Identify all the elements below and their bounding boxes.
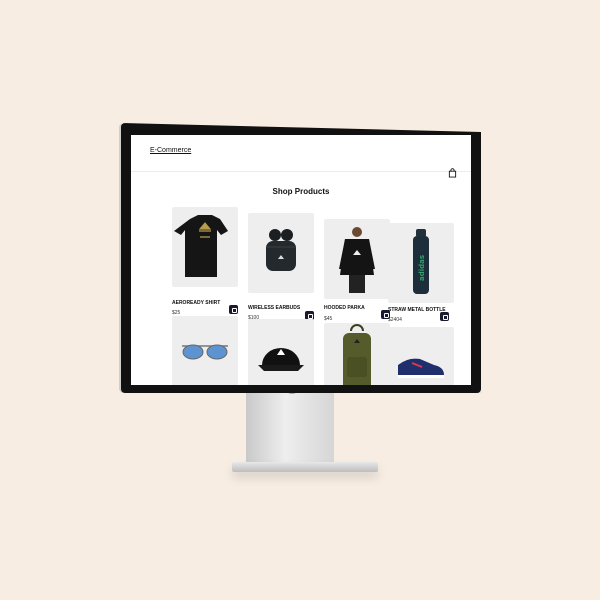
- product-card[interactable]: adidas STRAW METAL BOTTLE $2404: [388, 223, 454, 323]
- product-card[interactable]: WIRELESS EARBUDS $100: [248, 213, 314, 321]
- product-image[interactable]: [248, 319, 314, 385]
- product-image[interactable]: [172, 207, 238, 287]
- sunglasses-image: [182, 344, 228, 360]
- product-image[interactable]: adidas: [388, 223, 454, 303]
- add-to-cart-button[interactable]: [229, 305, 238, 314]
- monitor-screen: E-Commerce Shop Products AEROREADY SHIRT…: [131, 135, 471, 385]
- product-card[interactable]: [388, 327, 454, 385]
- cap-image: [258, 348, 304, 371]
- product-name: STRAW METAL BOTTLE: [388, 307, 446, 313]
- product-card[interactable]: AEROREADY SHIRT $25: [172, 207, 238, 316]
- earbuds-image: [266, 229, 296, 271]
- product-card[interactable]: HOODED PARKA $45: [324, 219, 390, 322]
- product-card[interactable]: [172, 316, 238, 385]
- tshirt-image: [174, 215, 228, 277]
- product-price: $45: [324, 316, 333, 322]
- product-card[interactable]: [248, 319, 314, 385]
- monitor-frame: E-Commerce Shop Products AEROREADY SHIRT…: [121, 123, 481, 393]
- product-price: $2404: [388, 317, 402, 323]
- product-name: WIRELESS EARBUDS: [248, 305, 301, 311]
- svg-text:adidas: adidas: [418, 255, 426, 281]
- parka-image: [339, 227, 375, 293]
- product-name: AEROREADY SHIRT: [172, 300, 221, 306]
- navbar: E-Commerce: [131, 135, 471, 172]
- monitor-stand-neck: [246, 383, 334, 469]
- page-title: Shop Products: [272, 187, 330, 196]
- product-mockup-scene: E-Commerce Shop Products AEROREADY SHIRT…: [0, 0, 600, 600]
- add-to-cart-button[interactable]: [440, 312, 449, 321]
- product-image[interactable]: [324, 219, 390, 299]
- bottle-image: adidas: [413, 229, 429, 294]
- product-image[interactable]: [172, 316, 238, 385]
- product-image[interactable]: [388, 327, 454, 385]
- shopping-bag-icon[interactable]: [448, 168, 457, 178]
- product-image[interactable]: [324, 323, 390, 385]
- product-card[interactable]: [324, 323, 390, 385]
- product-image[interactable]: [248, 213, 314, 293]
- product-name: HOODED PARKA: [324, 305, 365, 311]
- sneaker-image: [398, 358, 444, 378]
- brand-link[interactable]: E-Commerce: [150, 147, 191, 154]
- backpack-image: [343, 324, 371, 385]
- monitor-stand-base: [232, 462, 378, 472]
